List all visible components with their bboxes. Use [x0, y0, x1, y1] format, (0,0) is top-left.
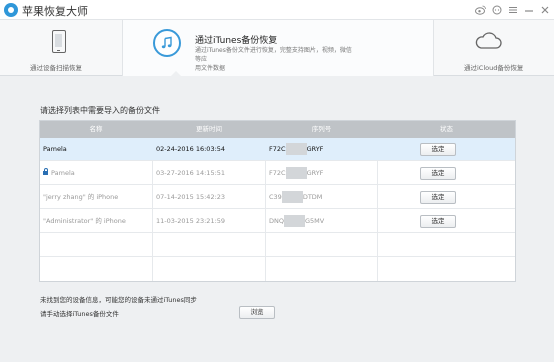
- select-backup-button[interactable]: 选定: [420, 215, 456, 228]
- select-backup-button[interactable]: 选定: [420, 143, 456, 156]
- cloud-icon: [474, 32, 502, 54]
- row-time: 03-27-2016 14:15:51: [156, 169, 226, 177]
- serial-suffix: GRYF: [306, 145, 324, 153]
- mode-itunes-backup[interactable]: 通过iTunes备份恢复 通过iTunes备份文件进行恢复，完整支持图片，视频，…: [122, 20, 434, 77]
- mode-device-label: 通过设备扫描恢复: [30, 64, 82, 72]
- weibo-icon[interactable]: [475, 4, 486, 15]
- close-icon[interactable]: [539, 4, 550, 15]
- recovery-mode-bar: 通过设备扫描恢复 通过iTunes备份恢复 通过iTunes备份文件进行恢复，完…: [0, 20, 554, 77]
- row-time: 07-14-2015 15:42:23: [156, 193, 226, 201]
- manual-select-hint: 请手动选择iTunes备份文件: [40, 310, 119, 318]
- serial-suffix: G5MV: [304, 217, 325, 225]
- active-mode-caret: [170, 71, 182, 77]
- music-note-icon: [153, 29, 181, 57]
- table-row-empty: [40, 258, 515, 281]
- menu-icon[interactable]: [507, 4, 518, 15]
- table-row-empty: [40, 234, 515, 257]
- serial-prefix: C39: [269, 193, 282, 201]
- serial-suffix: GRYF: [306, 169, 324, 177]
- row-time: 02-24-2016 16:03:54: [156, 145, 226, 153]
- table-row[interactable]: "Administrator" 的 iPhone 11-03-2015 23:2…: [40, 210, 515, 233]
- row-name-cell: Pamela: [43, 162, 75, 185]
- title-bar: 苹果恢复大师: [0, 0, 554, 20]
- browse-button[interactable]: 浏览: [239, 306, 275, 319]
- serial-redaction: [285, 166, 307, 179]
- serial-redaction: [285, 142, 307, 155]
- app-logo-icon: [4, 3, 18, 17]
- serial-prefix: F72C: [269, 169, 286, 177]
- row-name: Pamela: [51, 169, 75, 177]
- window-controls: [475, 4, 550, 15]
- mode-icloud-backup[interactable]: 通过iCloud备份恢复: [434, 20, 554, 76]
- row-name: Pamela: [43, 145, 67, 153]
- column-header-status: 状态: [440, 125, 453, 133]
- serial-prefix: DNQ: [269, 217, 284, 225]
- serial-redaction: [283, 214, 305, 227]
- select-backup-button[interactable]: 选定: [420, 167, 456, 180]
- mode-device-scan[interactable]: 通过设备扫描恢复: [0, 20, 122, 76]
- row-serial: DNQ G5MV: [269, 210, 324, 233]
- column-header-serial: 序列号: [311, 125, 332, 133]
- mode-itunes-desc-line2: 用文件数据: [195, 65, 226, 72]
- panel-title: 请选择列表中需要导入的备份文件: [40, 106, 160, 115]
- row-name: "jerry zhang" 的 iPhone: [43, 193, 119, 201]
- select-backup-button[interactable]: 选定: [420, 191, 456, 204]
- feedback-icon[interactable]: [491, 4, 502, 15]
- column-header-name: 名称: [89, 125, 103, 133]
- table-header: 名称 更新时间 序列号 状态: [40, 121, 515, 138]
- serial-prefix: F72C: [269, 145, 286, 153]
- minimize-icon[interactable]: [523, 4, 534, 15]
- table-row[interactable]: "jerry zhang" 的 iPhone 07-14-2015 15:42:…: [40, 186, 515, 209]
- table-row[interactable]: Pamela 03-27-2016 14:15:51 F72C GRYF 选定: [40, 162, 515, 185]
- mode-itunes-title: 通过iTunes备份恢复: [195, 36, 278, 46]
- device-not-found-hint: 未找到您的设备信息，可能您的设备未通过iTunes同步: [40, 296, 197, 304]
- serial-suffix: DTDM: [302, 193, 323, 201]
- mode-icloud-label: 通过iCloud备份恢复: [464, 64, 524, 72]
- backup-table: 名称 更新时间 序列号 状态 Pamela 02-24-2016 16:03:5…: [39, 120, 516, 282]
- phone-icon: [52, 30, 66, 53]
- row-time: 11-03-2015 23:21:59: [156, 217, 226, 225]
- row-serial: C39 DTDM: [269, 186, 322, 209]
- table-row[interactable]: Pamela 02-24-2016 16:03:54 F72C GRYF 选定: [40, 138, 515, 161]
- serial-redaction: [281, 190, 303, 203]
- mode-itunes-description: 通过iTunes备份文件进行恢复，完整支持图片，视频，微信等应 用文件数据: [195, 46, 355, 73]
- app-title: 苹果恢复大师: [22, 5, 88, 18]
- row-serial: F72C GRYF: [269, 162, 323, 185]
- mode-itunes-desc-line1: 通过iTunes备份文件进行恢复，完整支持图片，视频，微信等应: [195, 47, 352, 63]
- row-serial: F72C GRYF: [269, 138, 323, 161]
- column-header-time: 更新时间: [196, 125, 222, 133]
- lock-icon: [43, 168, 48, 175]
- row-name: "Administrator" 的 iPhone: [43, 217, 126, 225]
